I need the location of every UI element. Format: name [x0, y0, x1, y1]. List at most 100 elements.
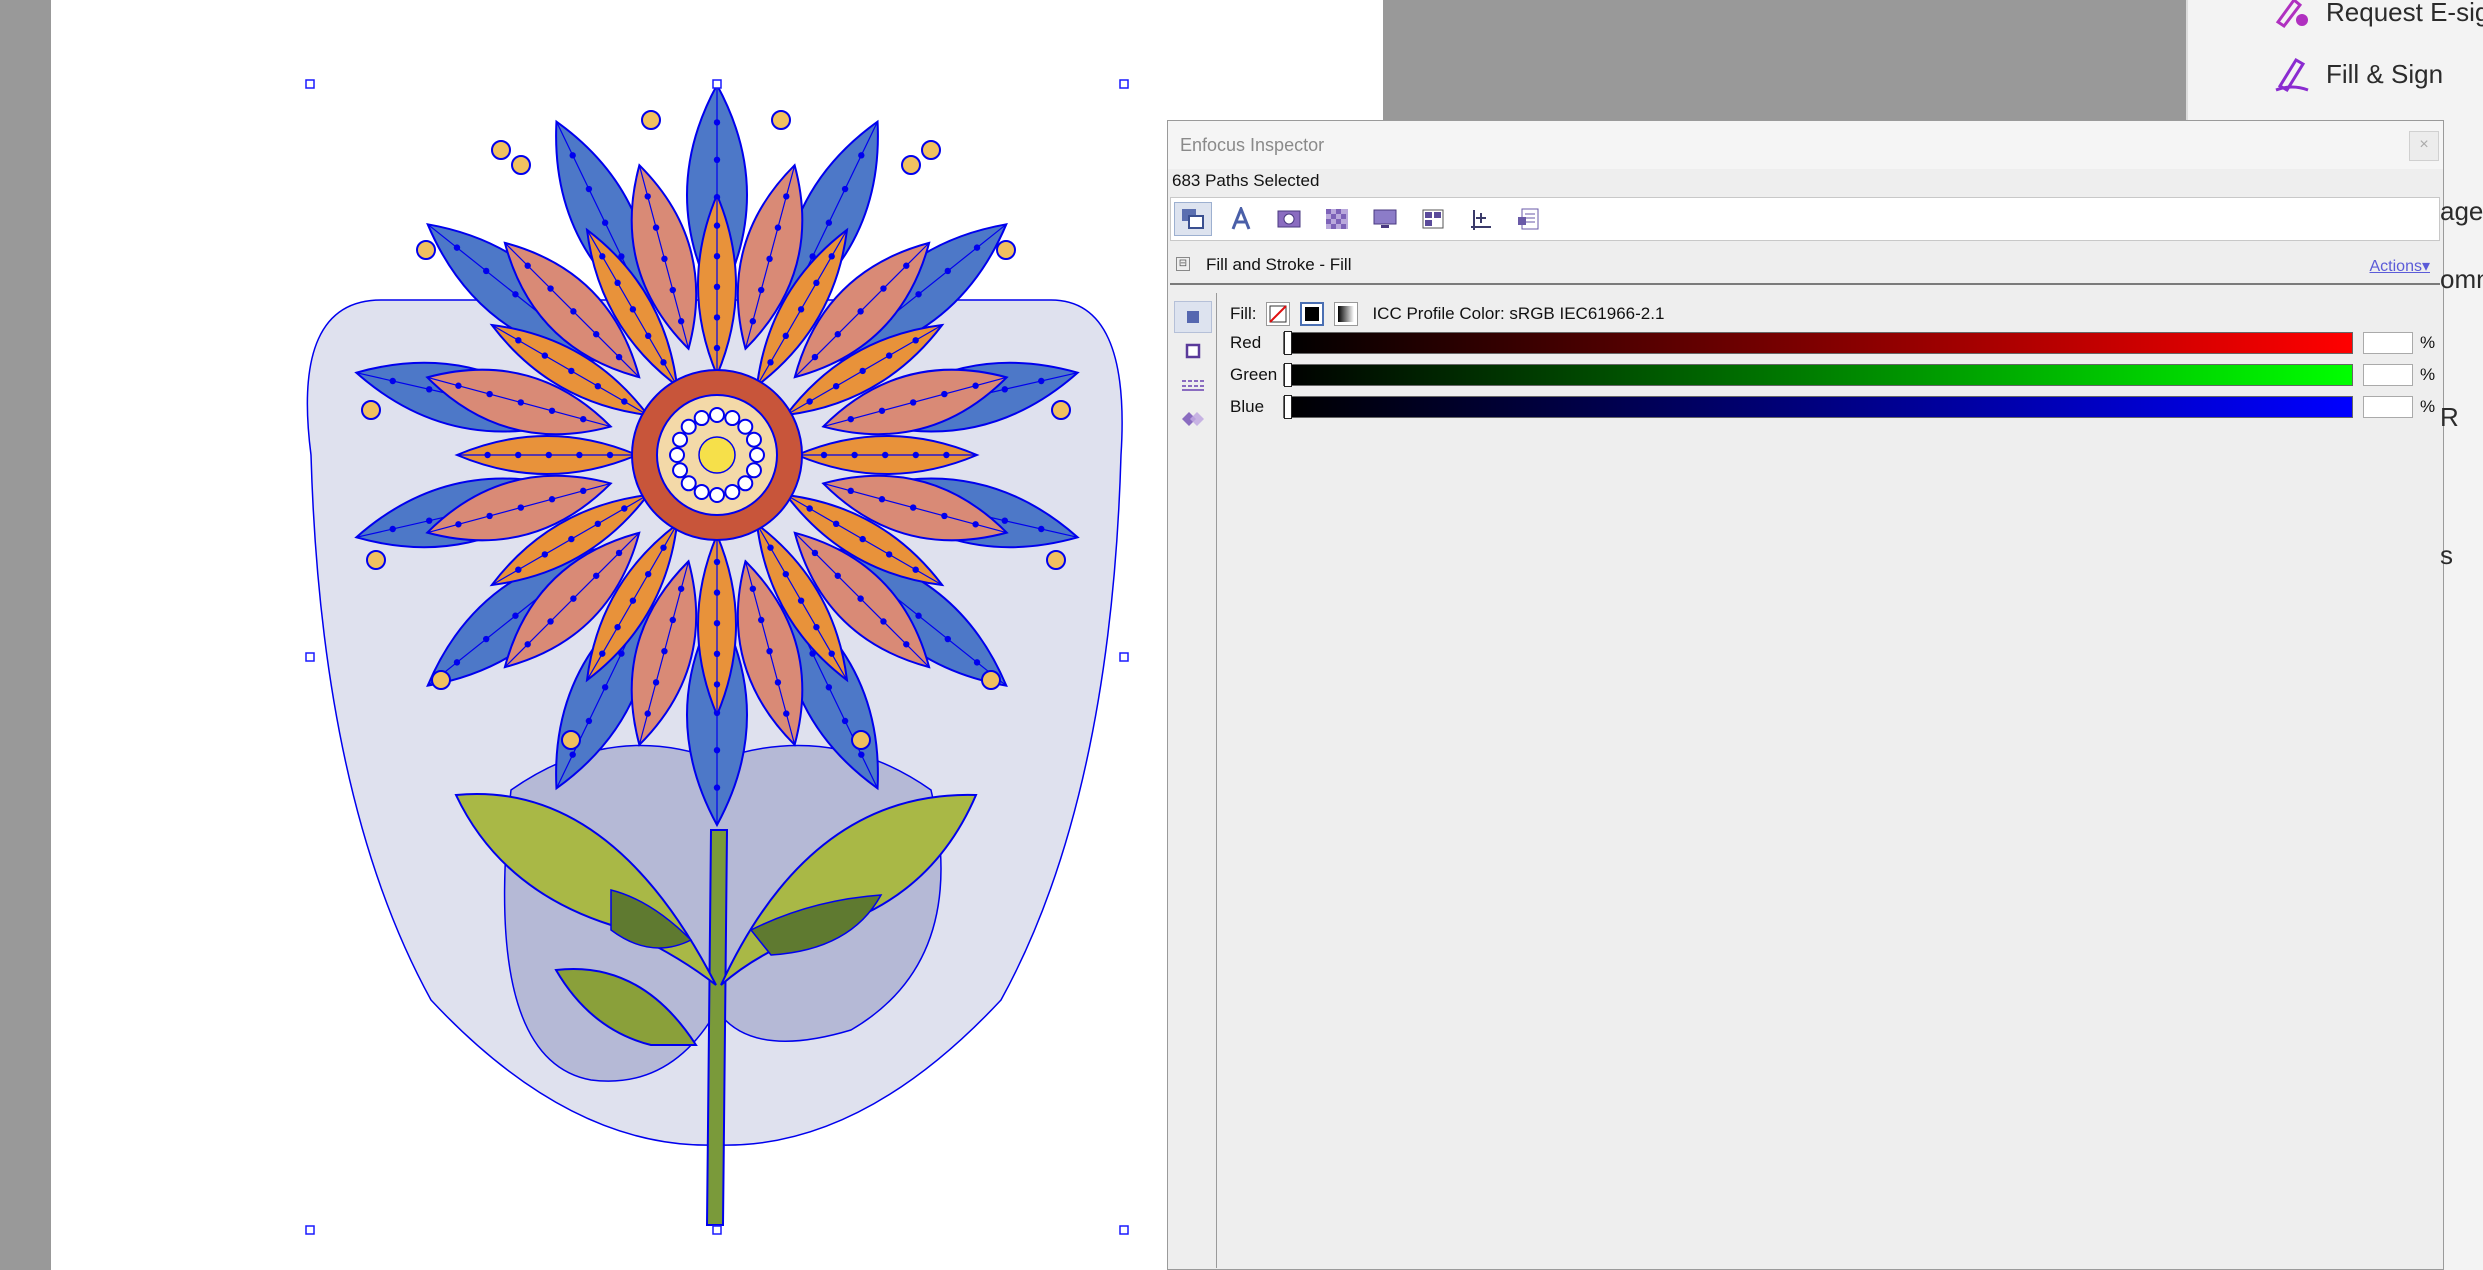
center-seed [745, 431, 762, 448]
salmon-petal-anchor [661, 647, 668, 655]
salmon-petal-anchor [909, 504, 917, 511]
orange-petal-anchor [813, 623, 820, 631]
image-icon[interactable] [1270, 202, 1308, 236]
salmon-petal-anchor [486, 390, 493, 398]
center-dot [698, 436, 736, 474]
red-value-input[interactable] [2363, 332, 2413, 354]
no-fill-swatch[interactable] [1266, 302, 1291, 326]
fill-sign-tool[interactable]: Fill & Sign [2272, 54, 2443, 94]
gradient-fill-icon [1338, 306, 1355, 322]
orange-petal-anchor [645, 332, 652, 340]
position-icon[interactable] [1462, 202, 1500, 236]
orange-petal-anchor [797, 306, 805, 313]
salmon-petal-anchor [749, 585, 757, 592]
layout-icon[interactable] [1414, 202, 1452, 236]
salmon-petal-anchor [570, 595, 577, 602]
orange-petal-anchor [943, 451, 950, 459]
blue-petal-anchor [915, 612, 922, 619]
red-slider-thumb[interactable] [1284, 331, 1292, 355]
salmon-petal-anchor [941, 390, 948, 398]
blue-petal-anchor [1038, 525, 1045, 533]
document-icon[interactable] [1510, 202, 1548, 236]
orange-petal-anchor [713, 253, 721, 260]
shading-icon[interactable] [1318, 202, 1356, 236]
selection-handle [1119, 79, 1129, 89]
blue-petal-anchor [858, 751, 865, 758]
decor-dot [901, 155, 921, 175]
orange-petal-anchor [541, 551, 549, 558]
blue-value-input[interactable] [2363, 396, 2413, 418]
selection-handle [1119, 652, 1129, 662]
blue-unit: % [2420, 397, 2436, 416]
blue-petal-anchor [713, 156, 721, 163]
center-seed [669, 447, 685, 463]
salmon-petal-anchor [677, 318, 685, 325]
salmon-petal-anchor [547, 285, 554, 292]
output-icon[interactable] [1366, 202, 1404, 236]
text-icon[interactable] [1222, 202, 1260, 236]
orange-petal-anchor [832, 520, 840, 527]
overprint-tab-icon[interactable] [1174, 403, 1212, 435]
salmon-petal-anchor [758, 286, 765, 294]
orange-petal-anchor [545, 451, 552, 459]
salmon-petal-anchor [880, 285, 887, 292]
decor-dot [1046, 550, 1066, 570]
red-slider[interactable] [1283, 331, 2353, 355]
salmon-petal-anchor [548, 496, 556, 503]
stroke-tab-icon[interactable] [1174, 335, 1212, 367]
salmon-petal-anchor [903, 262, 910, 269]
salmon-petal-anchor [834, 572, 841, 579]
actions-label: Actions [2369, 258, 2422, 275]
inspector-toolbar [1170, 197, 2440, 241]
orange-petal-anchor [713, 589, 721, 596]
center-seed [737, 475, 754, 492]
center-seed [724, 410, 741, 427]
salmon-petal-anchor [486, 512, 493, 520]
blue-slider[interactable] [1283, 395, 2353, 419]
solid-fill-swatch[interactable] [1300, 302, 1325, 326]
salmon-petal-anchor [847, 487, 854, 495]
close-button[interactable]: × [2409, 131, 2439, 161]
salmon-petal-anchor [811, 549, 819, 557]
line-style-tab-icon[interactable] [1174, 369, 1212, 401]
green-value-input[interactable] [2363, 364, 2413, 386]
salmon-petal-anchor [880, 618, 887, 625]
request-esign-tool[interactable]: Request E-sign [2272, 0, 2483, 32]
blue-petal-anchor [825, 219, 833, 226]
center-seed [672, 431, 689, 448]
orange-petal-anchor [594, 520, 602, 527]
red-unit: % [2420, 333, 2436, 352]
orange-petal-anchor [832, 383, 840, 390]
orange-petal-anchor [568, 535, 575, 543]
orange-petal-anchor [515, 451, 522, 459]
green-slider-thumb[interactable] [1284, 363, 1292, 387]
blue-petal-anchor [841, 185, 849, 193]
collapse-icon[interactable]: ⊟ [1176, 257, 1190, 271]
decor-dot [511, 155, 531, 175]
orange-petal-anchor [614, 279, 621, 287]
blue-petal-anchor [973, 244, 981, 251]
orange-petal-anchor [713, 314, 721, 321]
salmon-petal-anchor [669, 286, 676, 294]
blue-petal-anchor [569, 152, 576, 159]
fill-stroke-icon[interactable] [1174, 202, 1212, 236]
decor-dot [491, 140, 511, 160]
gradient-fill-swatch[interactable] [1334, 302, 1359, 326]
blue-slider-thumb[interactable] [1284, 395, 1292, 419]
salmon-petal-anchor [878, 496, 886, 503]
request-esign-label: Request E-sign [2326, 0, 2483, 27]
salmon-petal-anchor [783, 193, 790, 200]
center-seed [693, 410, 710, 427]
salmon-petal-anchor [661, 255, 668, 263]
decor-dot [366, 550, 386, 570]
orange-petal-anchor [599, 253, 606, 260]
green-slider[interactable] [1283, 363, 2353, 387]
actions-menu[interactable]: Actions▾ [2370, 256, 2431, 276]
decor-dot [416, 240, 436, 260]
orange-petal-anchor [568, 367, 575, 375]
fill-tab-icon[interactable] [1174, 301, 1212, 333]
enfocus-inspector-panel: Enfocus Inspector × 683 Paths Selected ⊟ [1167, 120, 2444, 1270]
inspector-titlebar[interactable]: Enfocus Inspector [1168, 121, 2443, 169]
salmon-petal-anchor [547, 618, 554, 625]
orange-petal-anchor [713, 650, 721, 657]
